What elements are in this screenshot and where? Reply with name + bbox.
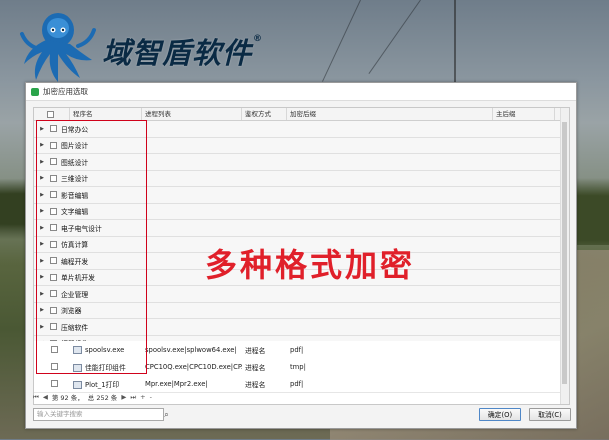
program-icon [73, 380, 82, 389]
power-line [322, 0, 361, 82]
total-records: 总 252 条 [87, 394, 118, 402]
power-line [368, 0, 421, 75]
pager: ⏮ ◀ 第 92 条， 总 252 条 ▶ ⏭ + - [33, 392, 568, 403]
scrollbar-thumb[interactable] [562, 122, 567, 384]
add-icon[interactable]: + [140, 393, 145, 401]
auth-method: 进程名 [245, 380, 266, 389]
next-page-icon[interactable]: ▶ [121, 393, 126, 401]
prev-page-icon[interactable]: ◀ [43, 393, 48, 401]
app-icon [31, 87, 39, 96]
col-encrypt-ext[interactable]: 加密后缀 [287, 108, 493, 120]
search-input[interactable]: 输入关键字搜索 [33, 408, 164, 421]
remove-icon[interactable]: - [150, 393, 152, 401]
dialog-titlebar: 加密应用选取 [26, 83, 576, 101]
select-all-header [34, 108, 70, 120]
octopus-logo-icon [20, 13, 96, 82]
encrypt-ext: pdf| [290, 379, 304, 388]
process-list: Mpr.exe|Mpr2.exe| [145, 379, 208, 388]
auth-method: 进程名 [245, 346, 266, 355]
program-name: Plot_1打印 [85, 380, 120, 389]
brand-logo: 域智盾软件 ® [18, 8, 262, 86]
brand-name: 域智盾软件 [102, 36, 253, 70]
process-list: spoolsv.exe|splwow64.exe| [145, 345, 237, 354]
process-list: CPC10Q.exe|CPC10D.exe|CP... [145, 362, 242, 371]
col-auth-method[interactable]: 鉴权方式 [242, 108, 287, 120]
last-page-icon[interactable]: ⏭ [130, 393, 136, 402]
current-record: 第 92 条， [51, 394, 84, 402]
encrypt-ext: tmp| [290, 362, 306, 371]
select-all-checkbox[interactable] [47, 110, 54, 118]
power-pole [454, 0, 456, 85]
highlight-box [36, 120, 147, 374]
col-process-list[interactable]: 进程列表 [142, 108, 242, 120]
vertical-scrollbar[interactable] [560, 108, 569, 404]
dialog-title: 加密应用选取 [43, 87, 88, 96]
row-checkbox[interactable] [51, 380, 58, 387]
cancel-button[interactable]: 取消(C) [529, 408, 571, 421]
table-row[interactable]: Plot_1打印 Mpr.exe|Mpr2.exe| 进程名 pdf| [34, 375, 569, 393]
dialog-footer: 输入关键字搜索 ⌕ 确定(O) 取消(C) [33, 408, 571, 422]
encrypt-ext: pdf| [290, 345, 304, 354]
auth-method: 进程名 [245, 363, 266, 372]
col-main-ext[interactable]: 主后缀 [493, 108, 555, 120]
registered-mark: ® [253, 34, 263, 44]
ok-button[interactable]: 确定(O) [479, 408, 521, 421]
overlay-caption: 多种格式加密 [205, 246, 416, 284]
col-program-name[interactable]: 程序名 [70, 108, 142, 120]
first-page-icon[interactable]: ⏮ [33, 393, 39, 402]
search-icon[interactable]: ⌕ [161, 409, 172, 420]
